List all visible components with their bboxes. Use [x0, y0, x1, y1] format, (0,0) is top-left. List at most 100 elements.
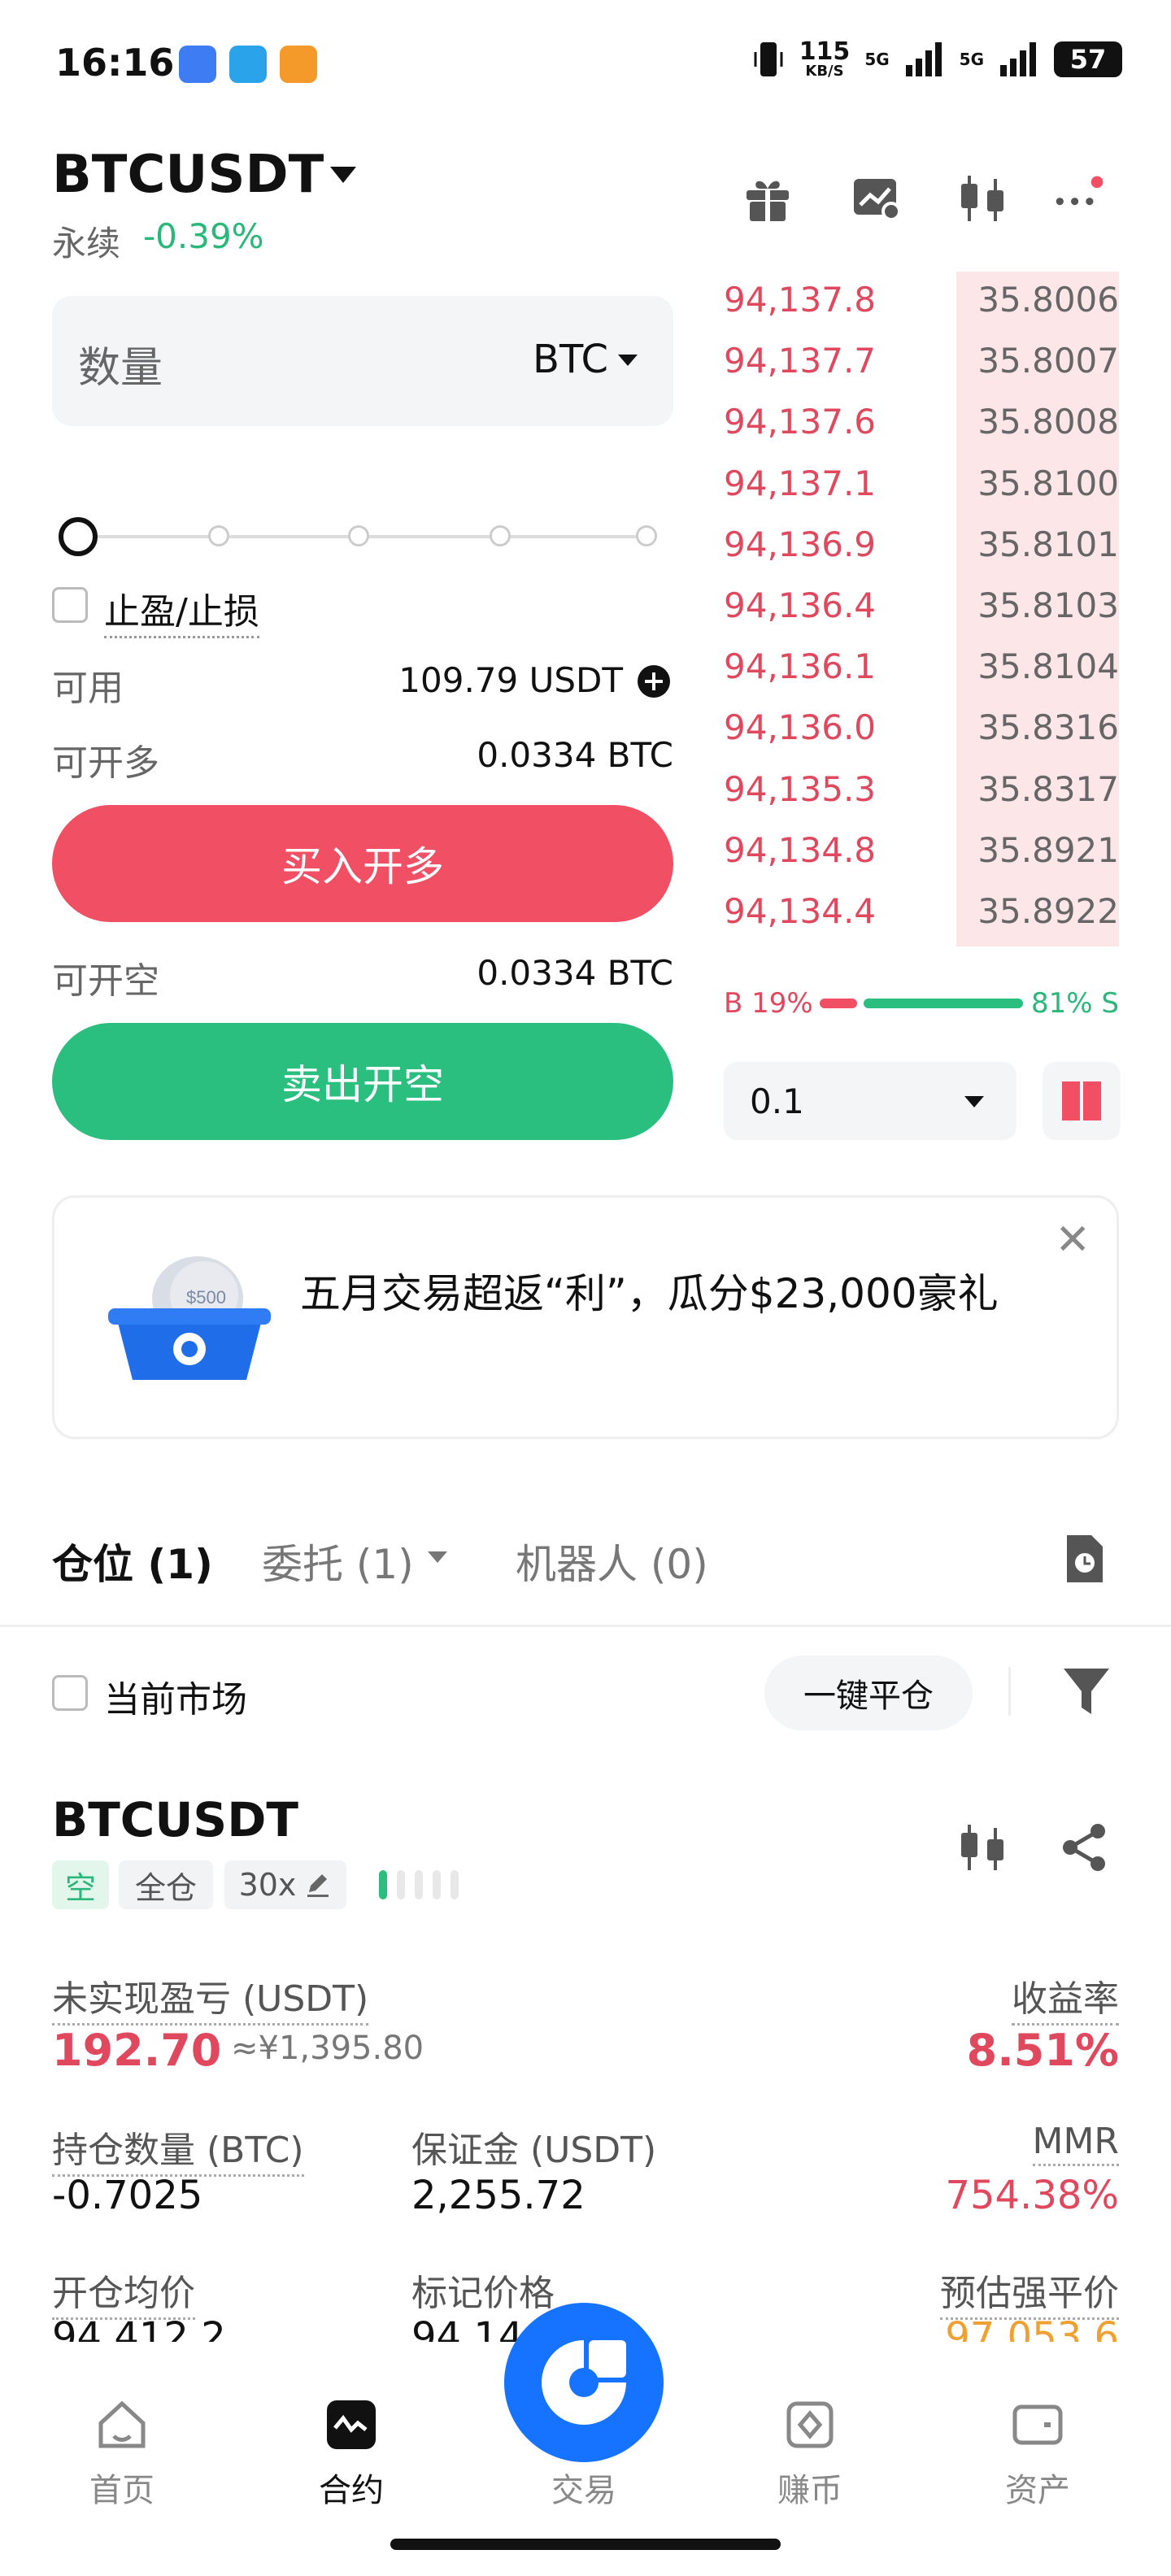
entry-price-label[interactable]: 开仓均价 — [52, 2264, 195, 2320]
can-short-label: 可开空 — [52, 960, 159, 1002]
chevron-down-icon[interactable] — [428, 1551, 447, 1563]
wallet-icon[interactable] — [1012, 2399, 1064, 2451]
chart-settings-icon[interactable] — [851, 172, 903, 224]
chevron-down-icon[interactable] — [330, 167, 356, 183]
ask-price[interactable]: 94,136.0 — [724, 707, 876, 747]
chevron-down-icon[interactable] — [618, 355, 638, 366]
home-indicator — [390, 2539, 781, 2550]
net-speed: 115 KB/S — [799, 40, 851, 79]
ask-size: 35.8922 — [977, 891, 1119, 931]
divider — [0, 1625, 1171, 1627]
close-all-button[interactable]: 一键平仓 — [764, 1656, 973, 1730]
tab-orders[interactable]: 委托 (1) — [262, 1532, 414, 1590]
upnl-cny: ≈¥1,395.80 — [231, 2030, 424, 2067]
share-icon[interactable] — [1059, 1821, 1111, 1873]
status-time: 16:16 — [55, 41, 175, 85]
quantity-placeholder: 数量 — [78, 344, 163, 393]
futures-icon[interactable] — [325, 2399, 377, 2451]
more-icon[interactable] — [1054, 172, 1106, 224]
nav-earn[interactable]: 赚币 — [729, 2464, 891, 2511]
roe-label[interactable]: 收益率 — [1012, 1969, 1119, 2026]
status-indicators: 115 KB/S 5G 5G 57 — [752, 39, 1122, 80]
signal-icon-2 — [1000, 42, 1036, 76]
ask-price[interactable]: 94,135.3 — [724, 769, 876, 809]
tpsl-label[interactable]: 止盈/止损 — [104, 582, 259, 638]
margin-value: 2,255.72 — [411, 2173, 586, 2218]
can-long-label: 可开多 — [52, 742, 159, 784]
buy-long-button[interactable]: 买入开多 — [52, 805, 673, 922]
current-market-checkbox[interactable] — [52, 1675, 88, 1711]
tab-bots[interactable]: 机器人 (0) — [516, 1532, 708, 1590]
order-book-layout-button[interactable] — [1043, 1062, 1121, 1140]
add-funds-icon[interactable] — [636, 664, 672, 699]
battery-level: 57 — [1069, 44, 1107, 75]
history-icon[interactable] — [1062, 1532, 1108, 1586]
battery-icon: 57 — [1054, 41, 1122, 77]
ask-price[interactable]: 94,136.1 — [724, 646, 876, 686]
nav-home[interactable]: 首页 — [41, 2464, 203, 2511]
roe-value: 8.51% — [966, 2025, 1119, 2076]
leverage-badge[interactable]: 30x — [224, 1860, 346, 1909]
buy-ratio: B 19% — [724, 987, 813, 1020]
ask-size: 35.8317 — [977, 768, 1119, 809]
promo-banner[interactable]: $500 五月交易超返“利”，瓜分$23,000豪礼 ✕ — [52, 1195, 1119, 1439]
candlestick-chart-icon[interactable] — [956, 172, 1008, 224]
slider-stop-25[interactable] — [208, 525, 229, 546]
slider-stop-75[interactable] — [490, 525, 511, 546]
risk-bar — [397, 1870, 405, 1899]
ask-size: 35.8316 — [977, 707, 1119, 748]
app-notification-icon — [179, 46, 216, 83]
ask-price[interactable]: 94,134.4 — [724, 891, 876, 931]
close-icon[interactable]: ✕ — [1055, 1216, 1090, 1264]
tpsl-checkbox[interactable] — [52, 587, 88, 623]
margin-mode-badge[interactable]: 全仓 — [119, 1860, 213, 1909]
slider-stop-100[interactable] — [636, 525, 657, 546]
candlestick-chart-icon[interactable] — [956, 1821, 1008, 1873]
network-type-2: 5G — [959, 50, 984, 69]
ask-price[interactable]: 94,137.6 — [724, 402, 876, 442]
ask-price[interactable]: 94,134.8 — [724, 830, 876, 870]
ask-price[interactable]: 94,136.4 — [724, 585, 876, 625]
quantity-input[interactable]: 数量 BTC — [52, 296, 673, 426]
can-long-value: 0.0334 BTC — [477, 735, 673, 775]
trade-button[interactable] — [504, 2303, 664, 2462]
margin-label: 保证金 (USDT) — [411, 2130, 657, 2171]
buy-ratio-bar — [820, 999, 857, 1008]
nav-trade[interactable]: 交易 — [503, 2464, 665, 2511]
mmr-label[interactable]: MMR — [1032, 2121, 1119, 2166]
symbol-selector[interactable]: BTCUSDT — [52, 145, 324, 205]
current-market-label[interactable]: 当前市场 — [104, 1670, 247, 1722]
filter-icon[interactable] — [1062, 1665, 1111, 1717]
caret-down-icon — [964, 1096, 984, 1107]
ask-price[interactable]: 94,136.9 — [724, 524, 876, 564]
depth-precision-select[interactable]: 0.1 — [724, 1062, 1016, 1140]
upnl-label[interactable]: 未实现盈亏 (USDT) — [52, 1969, 369, 2026]
video-app-icon — [280, 46, 317, 83]
quantity-unit-selector[interactable]: BTC — [533, 337, 608, 382]
sell-short-button[interactable]: 卖出开空 — [52, 1023, 673, 1140]
gift-icon[interactable] — [742, 172, 794, 224]
nav-futures[interactable]: 合约 — [270, 2464, 433, 2511]
slider-stop-50[interactable] — [348, 525, 369, 546]
ask-size: 35.8101 — [977, 524, 1119, 564]
ask-size: 35.8008 — [977, 402, 1119, 442]
vibrate-icon — [754, 42, 783, 76]
position-symbol[interactable]: BTCUSDT — [52, 1792, 298, 1847]
risk-bar-active — [379, 1870, 387, 1899]
risk-bar — [415, 1870, 423, 1899]
tab-positions[interactable]: 仓位 (1) — [52, 1532, 213, 1590]
earn-icon[interactable] — [784, 2399, 836, 2451]
position-size-label[interactable]: 持仓数量 (BTC) — [52, 2121, 304, 2177]
net-speed-value: 115 — [799, 37, 851, 66]
ask-price[interactable]: 94,137.1 — [724, 463, 876, 503]
nav-assets[interactable]: 资产 — [956, 2464, 1119, 2511]
available-label: 可用 — [52, 668, 124, 709]
ask-size: 35.8100 — [977, 463, 1119, 503]
ask-price[interactable]: 94,137.7 — [724, 341, 876, 381]
contract-type: 永续 — [52, 224, 121, 263]
home-icon[interactable] — [96, 2399, 148, 2451]
layout-icon — [1062, 1081, 1101, 1120]
ask-price[interactable]: 94,137.8 — [724, 280, 876, 320]
slider-thumb[interactable] — [59, 517, 98, 556]
liq-price-label[interactable]: 预估强平价 — [940, 2264, 1119, 2320]
